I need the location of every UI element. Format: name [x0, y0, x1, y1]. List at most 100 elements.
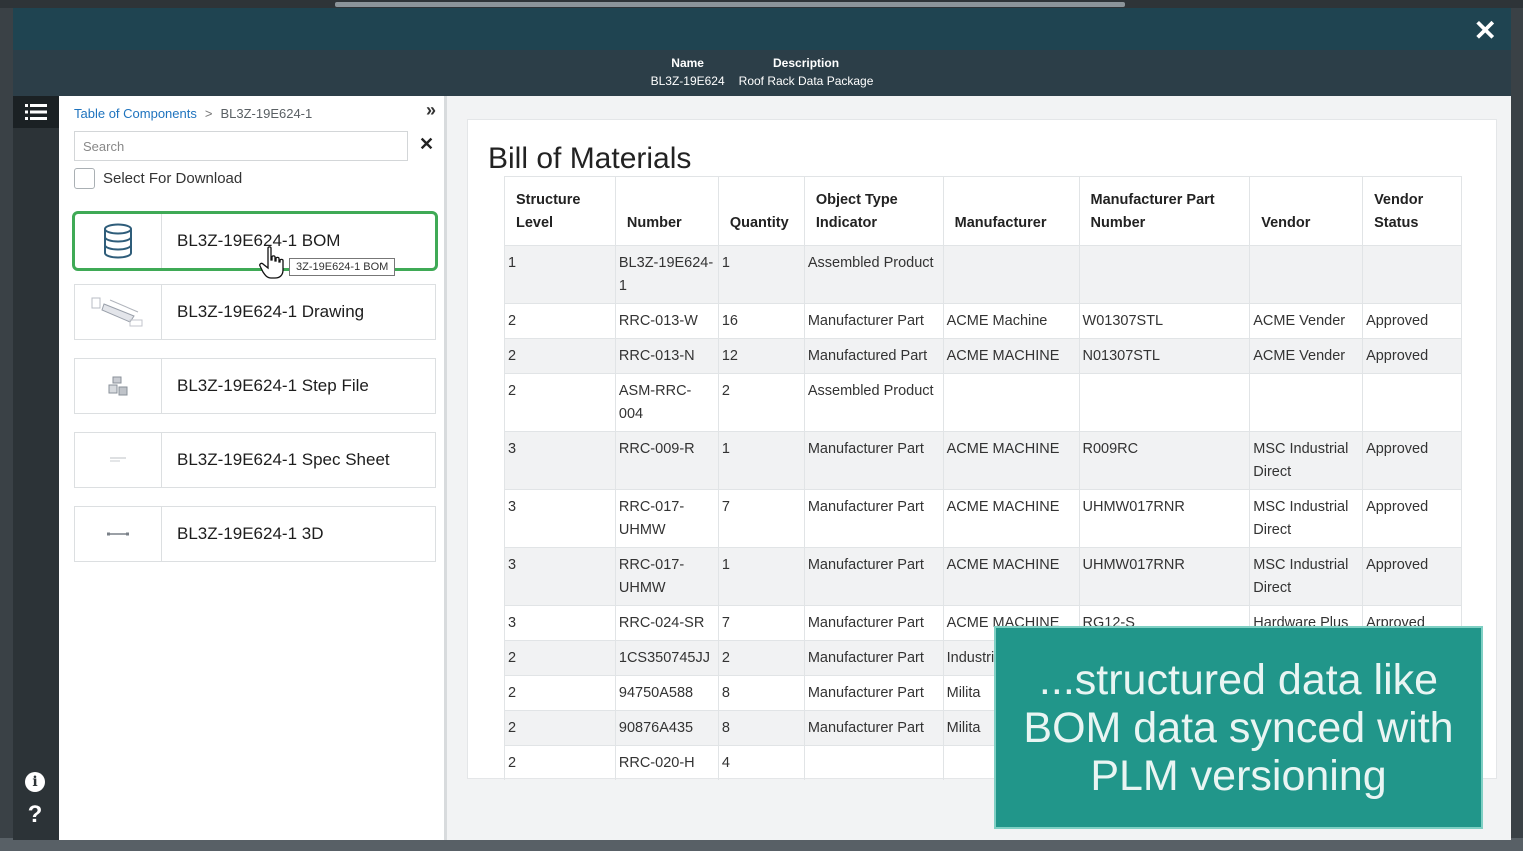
- table-cell: UHMW017RNR: [1078, 547, 1250, 606]
- 3d-thumbnail: [75, 507, 162, 561]
- table-cell: MSC Industrial Direct: [1249, 431, 1363, 490]
- component-item-step-file[interactable]: BL3Z-19E624-1 Step File: [74, 358, 436, 414]
- table-cell: 2: [504, 710, 616, 746]
- table-cell: Manufacturer Part: [803, 605, 944, 641]
- table-cell: Approved: [1362, 431, 1462, 490]
- package-name-value: BL3Z-19E624: [650, 74, 725, 88]
- table-cell: 1: [717, 431, 805, 490]
- column-header[interactable]: Number: [614, 176, 719, 246]
- table-cell: UHMW017RNR: [1078, 489, 1250, 548]
- table-cell: 2: [504, 303, 616, 339]
- help-icon[interactable]: ?: [25, 802, 45, 828]
- caption-line: ...structured data like: [1038, 655, 1439, 704]
- list-icon[interactable]: [13, 96, 59, 128]
- table-cell: 1: [717, 547, 805, 606]
- backdrop-scrollbar: [335, 2, 1125, 7]
- column-header[interactable]: Structure Level: [504, 176, 616, 246]
- components-sidebar: Table of Components > BL3Z-19E624-1 » ✕ Se…: [59, 96, 447, 840]
- table-cell: N01307STL: [1078, 338, 1250, 374]
- table-cell: 3: [504, 605, 616, 641]
- table-cell: [1249, 373, 1363, 432]
- package-info: Name BL3Z-19E624 Description Roof Rack D…: [13, 56, 1511, 88]
- component-viewer-modal: ✕ Name BL3Z-19E624 Description Roof Rack…: [13, 8, 1511, 840]
- table-cell: RRC-017-UHMW: [614, 547, 719, 606]
- table-row[interactable]: 3 RRC-009-R 1 Manufacturer Part ACME MACHINE…: [504, 431, 1462, 490]
- table-cell: 3: [504, 489, 616, 548]
- component-item-label: BL3Z-19E624-1 Spec Sheet: [177, 450, 390, 469]
- table-cell: 1: [717, 245, 805, 304]
- table-row[interactable]: 2 ASM-RRC-004 2 Assembled Product: [504, 373, 1462, 432]
- table-cell: Manufacturer Part: [803, 489, 944, 548]
- table-cell: ACME Vender: [1249, 338, 1363, 374]
- table-cell: Manufacturer Part: [803, 547, 944, 606]
- select-for-download-checkbox[interactable]: [74, 168, 95, 189]
- table-cell: ACME MACHINE: [942, 338, 1080, 374]
- package-description-label: Description: [773, 56, 840, 70]
- table-cell: Manufactured Part: [803, 338, 944, 374]
- close-icon[interactable]: ✕: [1474, 16, 1497, 46]
- collapse-sidebar-icon[interactable]: »: [426, 100, 436, 121]
- table-cell: Assembled Product: [803, 373, 944, 432]
- table-cell: R009RC: [1078, 431, 1250, 490]
- table-cell: [1078, 245, 1250, 304]
- clear-search-icon[interactable]: ✕: [419, 134, 434, 155]
- table-cell: ACME Machine: [942, 303, 1080, 339]
- table-cell: 8: [717, 675, 805, 711]
- table-cell: W01307STL: [1078, 303, 1250, 339]
- component-item-label: BL3Z-19E624-1 Drawing: [177, 302, 365, 321]
- table-cell: 3: [504, 431, 616, 490]
- table-cell: 2: [504, 745, 616, 780]
- column-header[interactable]: Quantity: [717, 176, 805, 246]
- select-for-download-label: Select For Download: [103, 170, 243, 187]
- left-rail: i ?: [13, 96, 59, 840]
- table-cell: 16: [717, 303, 805, 339]
- column-header[interactable]: Vendor Status: [1362, 176, 1462, 246]
- table-cell: 12: [717, 338, 805, 374]
- backdrop-top-bar: [0, 0, 1523, 8]
- table-row[interactable]: 2 RRC-013-W 16 Manufacturer Part ACME Machin…: [504, 303, 1462, 339]
- table-cell: BL3Z-19E624-1: [614, 245, 719, 304]
- database-icon: [75, 214, 162, 268]
- breadcrumb-current: BL3Z-19E624-1: [220, 106, 313, 121]
- table-cell: 7: [717, 605, 805, 641]
- column-header[interactable]: Manufacturer: [942, 176, 1080, 246]
- component-item-spec-sheet[interactable]: BL3Z-19E624-1 Spec Sheet: [74, 432, 436, 488]
- step-file-thumbnail: [75, 359, 162, 413]
- drawing-thumbnail: [75, 285, 162, 339]
- page-title: Bill of Materials: [488, 142, 692, 175]
- breadcrumb-separator: >: [204, 106, 213, 121]
- component-item-label: BL3Z-19E624-1 BOM: [177, 231, 341, 250]
- table-cell: ACME MACHINE: [942, 431, 1080, 490]
- breadcrumb-root-link[interactable]: Table of Components: [74, 106, 197, 121]
- table-cell: ASM-RRC-004: [614, 373, 719, 432]
- table-row[interactable]: 2 RRC-013-N 12 Manufactured Part ACME MACHIN…: [504, 338, 1462, 374]
- search-input[interactable]: [74, 131, 408, 161]
- table-cell: Approved: [1362, 303, 1462, 339]
- table-cell: 1CS350745JJ: [614, 640, 719, 676]
- select-for-download[interactable]: Select For Download: [74, 168, 242, 189]
- table-cell: Approved: [1362, 547, 1462, 606]
- table-cell: Assembled Product: [803, 245, 944, 304]
- table-cell: MSC Industrial Direct: [1249, 489, 1363, 548]
- table-cell: 2: [504, 640, 616, 676]
- table-cell: RRC-020-H: [614, 745, 719, 780]
- table-row[interactable]: 3 RRC-017-UHMW 7 Manufacturer Part ACME MACH…: [504, 489, 1462, 548]
- table-cell: RRC-013-N: [614, 338, 719, 374]
- component-item-drawing[interactable]: BL3Z-19E624-1 Drawing: [74, 284, 436, 340]
- table-cell: Manufacturer Part: [803, 303, 944, 339]
- table-cell: [942, 373, 1080, 432]
- column-header[interactable]: Vendor: [1249, 176, 1363, 246]
- info-icon[interactable]: i: [25, 772, 45, 792]
- table-row[interactable]: 1 BL3Z-19E624-1 1 Assembled Product: [504, 245, 1462, 304]
- package-name: Name BL3Z-19E624: [651, 56, 725, 88]
- video-caption-overlay: ...structured data like BOM data synced …: [994, 626, 1483, 829]
- package-description: Description Roof Rack Data Package: [739, 56, 874, 88]
- table-cell: [1249, 245, 1363, 304]
- table-cell: RRC-024-SR: [614, 605, 719, 641]
- hand-cursor-icon: [259, 246, 284, 279]
- table-row[interactable]: 3 RRC-017-UHMW 1 Manufacturer Part ACME MACH…: [504, 547, 1462, 606]
- spec-sheet-thumbnail: [75, 433, 162, 487]
- column-header[interactable]: Object Type Indicator: [803, 176, 944, 246]
- component-item-3d[interactable]: BL3Z-19E624-1 3D: [74, 506, 436, 562]
- column-header[interactable]: Manufacturer Part Number: [1078, 176, 1250, 246]
